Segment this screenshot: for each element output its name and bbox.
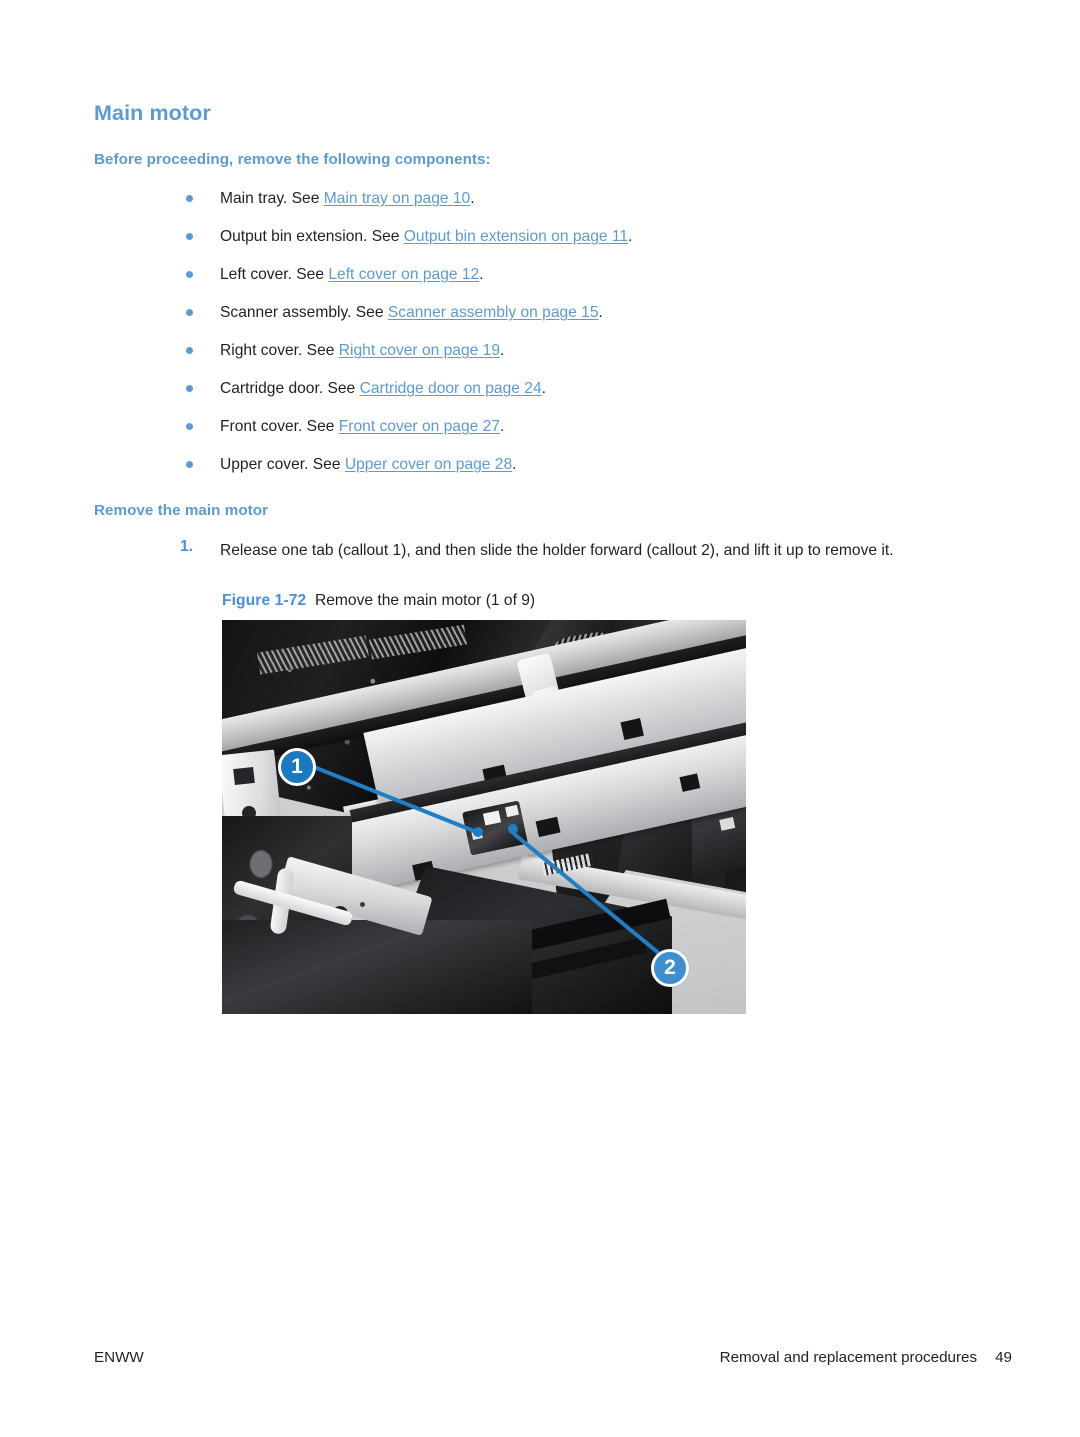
callout-1-leader-line (313, 765, 479, 835)
callout-2-leader-line (511, 831, 661, 956)
footer-left-text: ENWW (94, 1349, 144, 1366)
footer-right-text: Removal and replacement procedures 49 (720, 1350, 1012, 1365)
callout-1: 1 (278, 748, 316, 786)
callout-2: 2 (651, 949, 689, 987)
figure-callout-layer: 1 2 (0, 0, 1080, 1437)
callout-2-leader-endpoint (508, 824, 518, 834)
document-page: Main motor Before proceeding, remove the… (0, 0, 1080, 1437)
footer-section-title: Removal and replacement procedures (719, 1349, 978, 1366)
callout-1-leader-endpoint (473, 827, 483, 837)
footer-page-number: 49 (995, 1349, 1012, 1366)
